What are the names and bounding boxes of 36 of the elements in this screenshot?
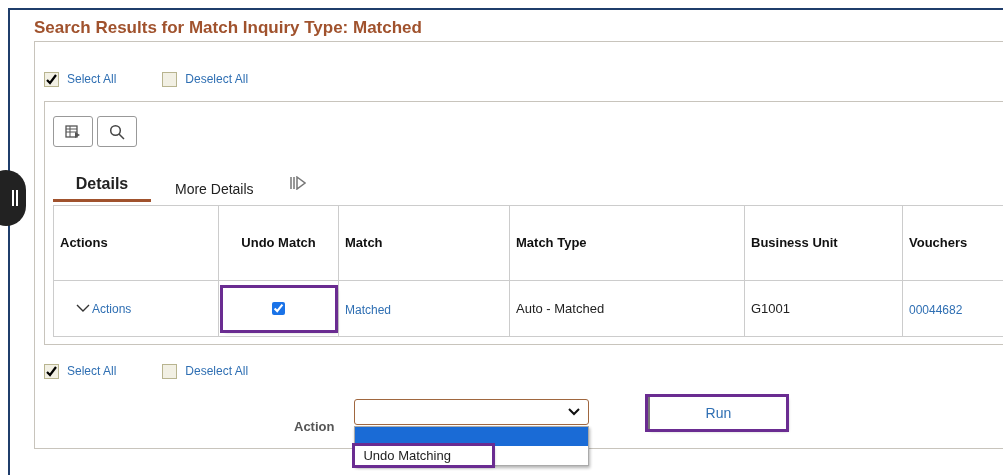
- checkmark-icon: [46, 73, 57, 85]
- show-more-tabs-icon[interactable]: [289, 176, 306, 190]
- select-link[interactable]: Deselect All: [185, 70, 249, 88]
- column-header: Undo Match: [219, 206, 339, 280]
- column-header: Business Unit: [745, 206, 903, 280]
- search-button[interactable]: [97, 116, 137, 147]
- voucher-link[interactable]: 00044682: [909, 300, 963, 319]
- column-header: Match: [339, 206, 510, 280]
- tab[interactable]: Details: [53, 172, 151, 202]
- table-cell-text: G1001: [751, 299, 791, 318]
- run-button[interactable]: Run: [648, 397, 787, 429]
- grid-settings-button[interactable]: [53, 116, 93, 147]
- page-title: Search Results for Match Inquiry Type: Matched: [34, 18, 423, 38]
- actions-link[interactable]: Actions: [92, 299, 132, 318]
- select-link[interactable]: Select All: [67, 70, 117, 88]
- checkbox[interactable]: [44, 363, 59, 379]
- checkmark-icon: [46, 365, 57, 377]
- dropdown-option[interactable]: Undo Matching: [355, 446, 493, 465]
- column-header: Vouchers: [903, 206, 1003, 280]
- checkbox[interactable]: [44, 71, 59, 87]
- chevron-down-icon[interactable]: [76, 304, 90, 313]
- chevron-down-icon: [568, 408, 581, 416]
- undo-match-checkbox[interactable]: [272, 302, 285, 315]
- checkbox[interactable]: [162, 71, 178, 87]
- column-header: Actions: [54, 206, 219, 280]
- table-cell-text: Auto - Matched: [516, 299, 605, 318]
- action-dropdown[interactable]: [354, 399, 590, 425]
- tab[interactable]: More Details: [151, 176, 278, 202]
- column-header: Match Type: [510, 206, 745, 280]
- match-link[interactable]: Matched: [345, 300, 392, 319]
- search-icon: [109, 123, 125, 140]
- table-icon: [65, 124, 81, 139]
- action-label: Action: [294, 418, 335, 436]
- select-link[interactable]: Deselect All: [185, 362, 249, 380]
- checkbox[interactable]: [162, 363, 178, 379]
- select-link[interactable]: Select All: [67, 362, 117, 380]
